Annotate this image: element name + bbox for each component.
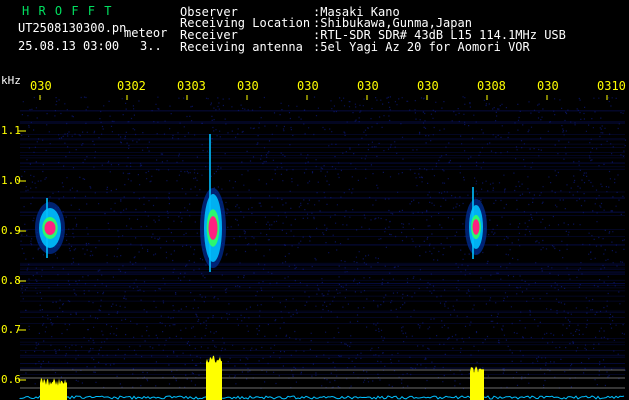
y-tick-label: 1.1	[1, 124, 21, 137]
noise-band	[20, 121, 625, 122]
noise-band	[20, 166, 625, 168]
noise-band	[20, 212, 625, 213]
noise-band	[20, 312, 625, 313]
noise-band	[20, 191, 625, 193]
noise-band	[20, 134, 625, 135]
noise-band	[20, 354, 625, 356]
mode-label: meteor	[124, 26, 168, 40]
noise-band	[20, 168, 625, 170]
noise-band	[20, 283, 625, 285]
filename: UT2508130300.pn	[18, 21, 127, 35]
time-tick-label: 030	[297, 79, 319, 93]
noise-band	[20, 290, 625, 292]
noise-band	[20, 374, 625, 375]
time-tick-label: 030	[30, 79, 52, 93]
time-tick-label: 0303	[177, 79, 206, 93]
noise-band	[20, 368, 625, 369]
noise-band	[20, 262, 625, 264]
power-baseline	[19, 395, 625, 400]
info-value-antenna: :5el Yagi Az 20 for Aomori VOR	[313, 40, 530, 54]
time-tick-label: 030	[357, 79, 379, 93]
noise-band	[20, 338, 625, 339]
noise-band	[20, 198, 625, 199]
power-spike	[470, 366, 484, 400]
noise-band	[20, 138, 625, 140]
noise-band	[20, 363, 625, 364]
noise-band	[20, 110, 625, 112]
echo-core	[208, 216, 218, 240]
echo-core	[472, 219, 480, 235]
time-tick-label: 0310	[597, 79, 626, 93]
noise-band	[20, 122, 625, 123]
program-title: H R O F F T	[22, 4, 113, 18]
y-tick-label: 1.0	[1, 174, 21, 187]
noise-band	[20, 155, 625, 156]
count-label: 3..	[140, 39, 162, 53]
noise-band	[20, 267, 625, 269]
noise-band	[20, 269, 625, 270]
noise-band	[20, 350, 625, 351]
noise-band	[20, 143, 625, 145]
noise-band	[20, 163, 625, 164]
datetime: 25.08.13 03:00	[18, 39, 120, 53]
hrofft-display: H R O F F T UT2508130300.pn meteor 25.08…	[0, 0, 629, 400]
noise-band	[20, 215, 625, 216]
noise-band	[20, 357, 625, 358]
noise-band	[20, 265, 625, 266]
noise-band	[20, 271, 625, 273]
noise-band	[20, 229, 625, 230]
noise-band	[20, 287, 625, 289]
y-tick-label: 0.6	[1, 373, 21, 386]
noise-band	[20, 317, 625, 318]
time-tick-label: 030	[417, 79, 439, 93]
noise-band	[20, 295, 625, 297]
noise-band	[20, 110, 625, 111]
noise-band	[20, 355, 625, 357]
noise-band	[20, 244, 625, 245]
noise-band	[20, 323, 625, 324]
time-tick-label: 0302	[117, 79, 146, 93]
noise-band	[20, 279, 625, 281]
y-tick-label: 0.8	[1, 274, 21, 287]
noise-band	[20, 341, 625, 343]
noise-band	[20, 285, 625, 286]
noise-band	[20, 197, 625, 198]
noise-band	[20, 236, 625, 237]
y-tick-label: 0.7	[1, 323, 21, 336]
time-tick-label: 0308	[477, 79, 506, 93]
power-spike	[40, 378, 67, 400]
axis-unit-label: kHz	[1, 74, 21, 87]
noise-band	[20, 244, 625, 246]
y-tick-label: 0.9	[1, 224, 21, 237]
spectrogram	[18, 95, 627, 400]
noise-band	[20, 147, 625, 148]
noise-band	[20, 123, 625, 124]
power-spike	[206, 355, 222, 400]
noise-band	[20, 344, 625, 346]
time-tick-label: 030	[537, 79, 559, 93]
time-tick-label: 030	[237, 79, 259, 93]
noise-band	[20, 300, 625, 302]
noise-band	[20, 152, 625, 153]
noise-band	[20, 157, 625, 159]
noise-band	[20, 211, 625, 213]
noise-band	[20, 264, 625, 265]
noise-band	[20, 274, 625, 275]
info-label-antenna: Receiving antenna	[180, 40, 303, 54]
noise-band	[20, 310, 625, 312]
echo-core	[44, 221, 56, 235]
noise-band	[20, 139, 625, 141]
noise-band	[20, 273, 625, 275]
